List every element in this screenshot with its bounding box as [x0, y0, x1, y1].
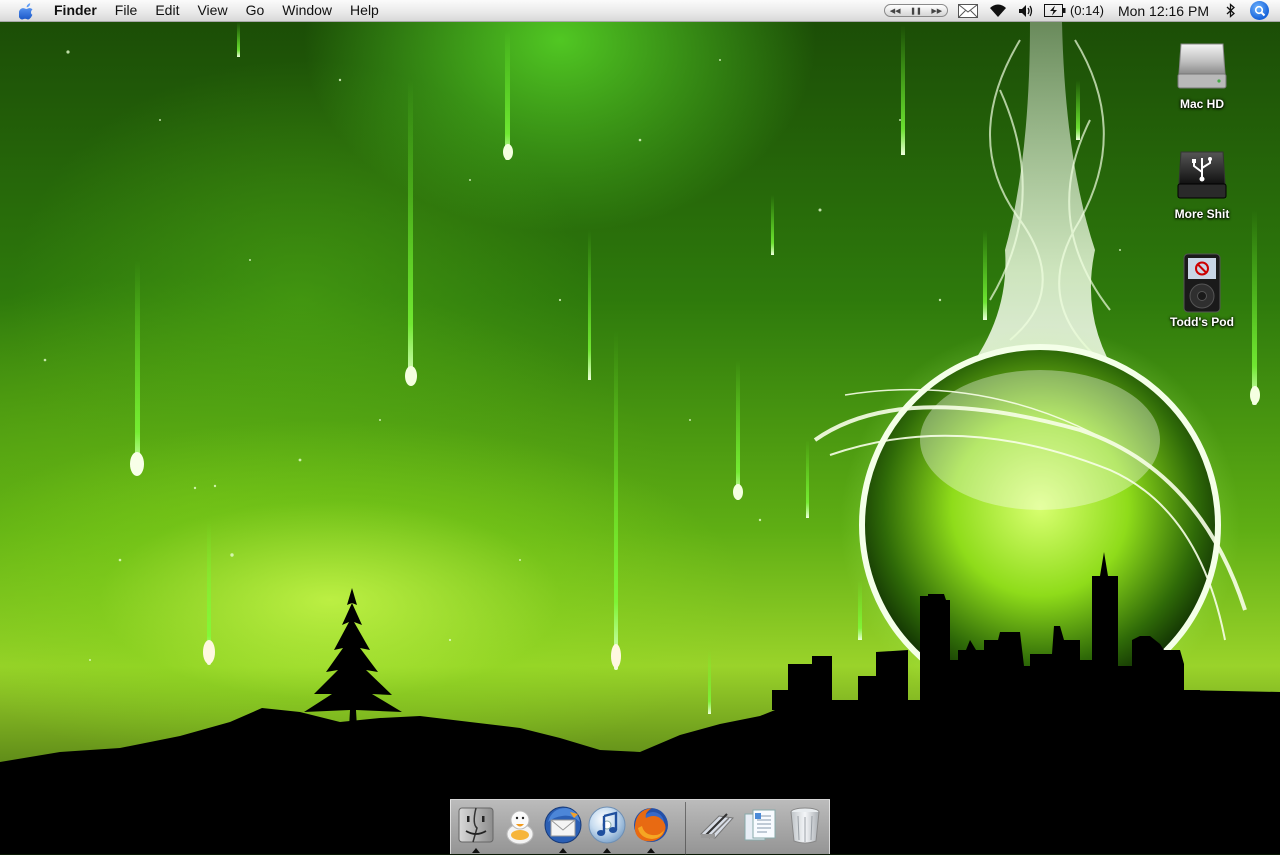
menu-file[interactable]: File	[106, 0, 147, 21]
dock-item-documents[interactable]	[739, 804, 781, 846]
pause-icon[interactable]: ❚❚	[910, 7, 922, 15]
itunes-icon	[588, 806, 626, 844]
menu-edit[interactable]: Edit	[146, 0, 188, 21]
desktop-icon-more-shit[interactable]: More Shit	[1157, 146, 1247, 221]
menu-view[interactable]: View	[188, 0, 236, 21]
running-indicator	[603, 848, 611, 853]
adium-duck-icon	[506, 810, 534, 845]
hard-drive-icon	[1173, 36, 1231, 94]
menu-bar: Finder File Edit View Go Window Help ◀◀ …	[0, 0, 1280, 22]
bluetooth-icon[interactable]	[1226, 3, 1236, 18]
wallpaper-art	[0, 22, 1280, 854]
dock-item-thunderbird[interactable]	[542, 804, 584, 853]
desktop-wallpaper	[0, 0, 1280, 854]
running-indicator	[472, 848, 480, 853]
firefox-icon	[634, 808, 668, 842]
spotlight-search-icon[interactable]	[1250, 1, 1269, 20]
next-track-icon[interactable]: ▶▶	[931, 7, 942, 15]
desktop-icon-mac-hd[interactable]: Mac HD	[1157, 36, 1247, 111]
running-indicator	[559, 848, 567, 853]
usb-drive-icon	[1173, 146, 1231, 204]
dock-item-finder[interactable]	[455, 804, 497, 853]
dock-item-adium[interactable]	[499, 804, 541, 846]
finder-icon	[458, 807, 494, 843]
battery-charging-icon[interactable]	[1043, 4, 1066, 17]
desktop-icon-label: Todd's Pod	[1170, 315, 1234, 329]
menu-window[interactable]: Window	[273, 0, 341, 21]
menu-app-name[interactable]: Finder	[45, 0, 106, 21]
volume-icon[interactable]	[1018, 4, 1034, 18]
dock-item-itunes[interactable]	[586, 804, 628, 853]
ipod-icon	[1173, 253, 1231, 313]
battery-time: (0:14)	[1069, 3, 1104, 18]
mail-icon[interactable]	[957, 3, 978, 18]
thunderbird-icon	[544, 806, 582, 844]
dock	[450, 799, 830, 855]
running-indicator	[647, 848, 655, 853]
menu-go[interactable]: Go	[237, 0, 274, 21]
menu-clock[interactable]: Mon 12:16 PM	[1118, 3, 1209, 19]
trash-icon	[790, 807, 820, 844]
menu-help[interactable]: Help	[341, 0, 388, 21]
dock-item-firefox[interactable]	[630, 804, 672, 853]
dock-separator	[685, 802, 686, 855]
previous-track-icon[interactable]: ◀◀	[890, 7, 901, 15]
dock-item-trash[interactable]	[784, 804, 826, 846]
desktop-icon-todds-pod[interactable]: Todd's Pod	[1157, 253, 1247, 329]
documents-stack-icon	[744, 809, 776, 841]
desktop-icon-label: Mac HD	[1179, 97, 1224, 111]
wifi-icon[interactable]	[988, 4, 1008, 18]
applications-stack-icon	[700, 813, 734, 839]
apple-menu-icon[interactable]	[17, 1, 37, 21]
itunes-controls[interactable]: ◀◀ ❚❚ ▶▶	[883, 4, 948, 17]
dock-item-applications[interactable]	[695, 804, 737, 846]
desktop-icon-label: More Shit	[1174, 207, 1230, 221]
